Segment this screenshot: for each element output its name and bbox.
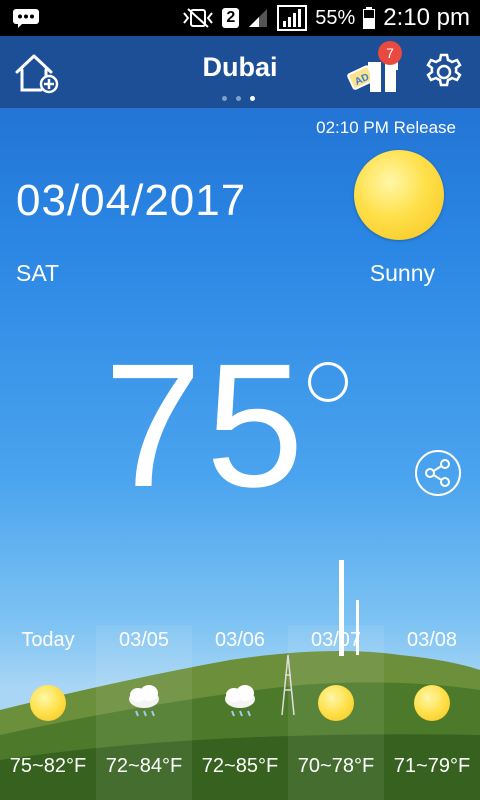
share-icon[interactable]	[415, 450, 461, 496]
forecast-range: 75~82°F	[9, 755, 87, 777]
release-time: 02:10 PM Release	[316, 118, 456, 137]
sun-icon	[354, 150, 444, 240]
weather-screen: 2 55% 2:10 pm Dubai AD 7 02:10 PM Releas…	[0, 0, 480, 800]
forecast-date: 03/05	[118, 629, 170, 651]
settings-gear-icon[interactable]	[424, 52, 464, 92]
current-day: SAT	[16, 260, 60, 286]
wifi-signal-icon	[249, 9, 268, 27]
forecast-day[interactable]: 03/08 71~79°F	[384, 625, 480, 800]
forecast-date: 03/08	[406, 629, 458, 651]
page-dot-active	[250, 96, 255, 101]
forecast-date: 03/07	[310, 629, 362, 651]
sun-icon	[414, 685, 450, 721]
forecast-day[interactable]: Today 75~82°F	[0, 625, 96, 800]
forecast-strip: Today 75~82°F 03/05 72~84°F 03/06 72~85°…	[0, 625, 480, 800]
page-dot	[222, 96, 227, 101]
sun-icon	[30, 685, 66, 721]
rain-cloud-icon	[129, 685, 159, 717]
forecast-day[interactable]: 03/05 72~84°F	[96, 625, 192, 800]
forecast-range: 70~78°F	[297, 755, 375, 777]
sim-slot-indicator: 2	[222, 8, 240, 28]
notification-badge: 7	[378, 41, 402, 65]
cellular-signal-icon	[277, 5, 308, 31]
degree-symbol	[308, 362, 348, 402]
forecast-range: 72~84°F	[105, 755, 183, 777]
current-date: 03/04/2017	[16, 176, 247, 225]
current-temperature: 75	[104, 328, 308, 524]
message-icon	[13, 9, 39, 28]
forecast-range: 71~79°F	[393, 755, 471, 777]
page-dot	[236, 96, 241, 101]
battery-icon	[363, 7, 376, 29]
forecast-date: 03/06	[214, 629, 266, 651]
weather-condition: Sunny	[369, 260, 435, 286]
page-indicator	[222, 96, 255, 101]
rain-cloud-icon	[225, 685, 255, 717]
clock: 2:10 pm	[383, 4, 470, 31]
forecast-day[interactable]: 03/07 70~78°F	[288, 625, 384, 800]
city-name[interactable]: Dubai	[0, 52, 480, 83]
forecast-range: 72~85°F	[201, 755, 279, 777]
status-bar: 2 55% 2:10 pm	[0, 0, 480, 36]
forecast-date: Today	[21, 629, 75, 651]
battery-percent: 55%	[315, 6, 356, 29]
sun-icon	[318, 685, 354, 721]
vibrate-mute-icon	[183, 8, 214, 28]
forecast-day[interactable]: 03/06 72~85°F	[192, 625, 288, 800]
